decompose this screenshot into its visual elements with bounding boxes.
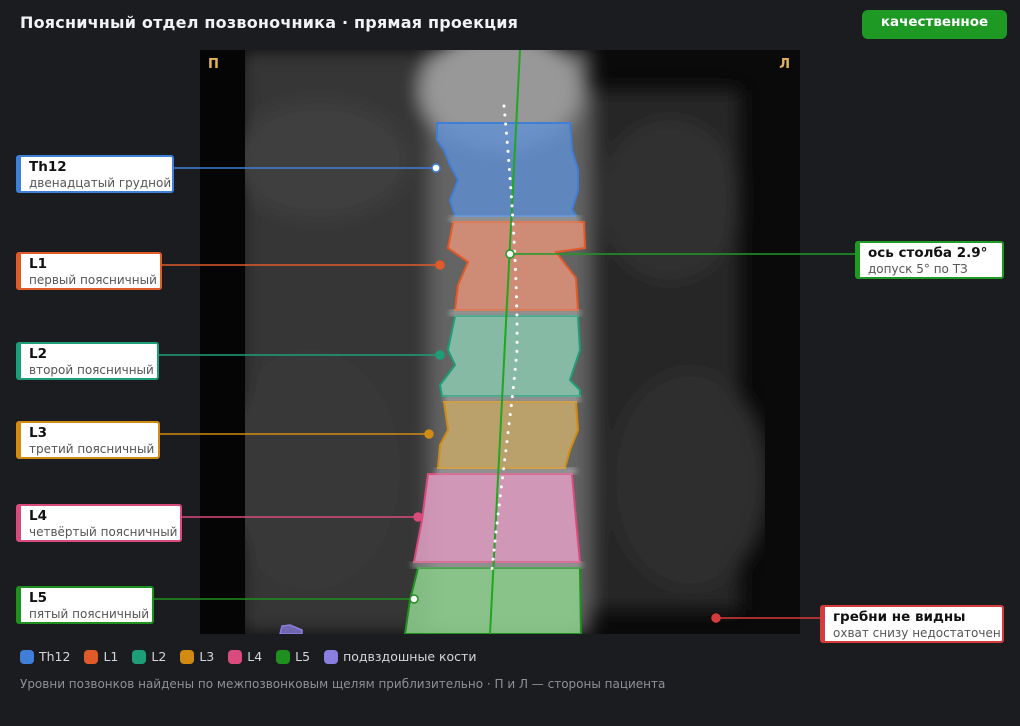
callout-th12-name: Th12 — [29, 159, 67, 175]
callout-l5-name: L5 — [29, 590, 47, 606]
callout-l3: L3 третий поясничный — [16, 421, 160, 459]
vertebra-th12-region — [436, 122, 579, 217]
legend-item-l4: L4 — [228, 649, 262, 664]
legend-item-l1: L1 — [84, 649, 118, 664]
legend-swatch — [228, 649, 243, 664]
legend-item-l5: L5 — [276, 649, 310, 664]
axis-tolerance-note: допуск 5° по ТЗ — [868, 262, 968, 276]
callout-l4-name: L4 — [29, 508, 47, 524]
callout-l2: L2 второй поясничный — [16, 342, 159, 380]
callout-l2-desc: второй поясничный — [29, 363, 154, 377]
callout-iliac-crests: гребни не видны охват снизу недостаточен — [820, 605, 1004, 643]
legend-item-l3: L3 — [180, 649, 214, 664]
legend-label: L4 — [247, 649, 263, 664]
legend-label: Th12 — [39, 649, 71, 664]
legend-swatch — [20, 649, 34, 664]
callout-l3-name: L3 — [29, 425, 47, 441]
callout-l5: L5 пятый поясничный — [16, 586, 154, 624]
axis-angle-value: ось столба 2.9° — [868, 245, 988, 261]
legend-label: L1 — [103, 649, 119, 664]
legend-swatch — [132, 649, 147, 664]
crest-warning-title: гребни не видны — [833, 609, 966, 625]
legend-item-iliac: подвздошные кости — [324, 649, 476, 664]
legend-swatch — [84, 649, 99, 664]
callout-spine-axis: ось столба 2.9° допуск 5° по ТЗ — [855, 241, 1004, 279]
callout-l1-name: L1 — [29, 256, 47, 272]
legend-swatch — [324, 649, 339, 664]
callout-th12: Th12 двенадцатый грудной — [16, 155, 174, 193]
callout-l1: L1 первый поясничный — [16, 252, 162, 290]
legend-swatch — [276, 649, 291, 664]
callout-l5-desc: пятый поясничный — [29, 607, 149, 621]
legend-item-l2: L2 — [132, 649, 166, 664]
legend-label: L2 — [151, 649, 167, 664]
crest-warning-desc: охват снизу недостаточен — [833, 626, 1001, 640]
side-label-left: Л — [779, 57, 790, 72]
footnote: Уровни позвонков найдены по межпозвонков… — [20, 677, 666, 691]
vertebra-l3-region — [436, 401, 580, 469]
page-title: Поясничный отдел позвоночника · прямая п… — [20, 13, 519, 32]
callout-l1-desc: первый поясничный — [29, 273, 157, 287]
vertebra-l2-region — [438, 315, 582, 397]
callout-l3-desc: третий поясничный — [29, 442, 155, 456]
quality-badge: качественное — [862, 10, 1007, 39]
legend-label: L5 — [295, 649, 311, 664]
callout-l2-name: L2 — [29, 346, 47, 362]
callout-l4-desc: четвёртый поясничный — [29, 525, 178, 539]
callout-l4: L4 четвёртый поясничный — [16, 504, 182, 542]
legend-label: подвздошные кости — [343, 649, 477, 664]
callout-th12-desc: двенадцатый грудной — [29, 176, 172, 190]
xray-canvas — [200, 50, 800, 634]
legend: Th12 L1 L2 L3 L4 L5 подвздошные кости — [20, 649, 476, 664]
legend-item-th12: Th12 — [20, 649, 70, 664]
legend-label: L3 — [199, 649, 215, 664]
xray-image: П Л — [200, 50, 800, 634]
side-label-right: П — [208, 57, 219, 72]
legend-swatch — [180, 649, 195, 664]
